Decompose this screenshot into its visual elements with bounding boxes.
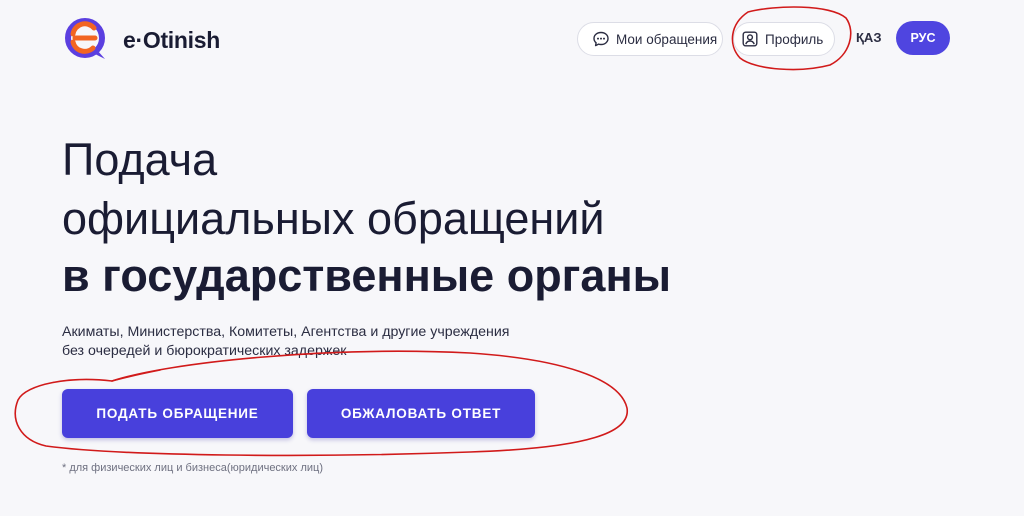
hero-title-line-1: Подача (62, 134, 218, 185)
annotation-tail (111, 369, 161, 382)
language-rus-button[interactable]: РУС (896, 21, 950, 55)
my-requests-label: Мои обращения (616, 31, 718, 47)
hero-title-line-2: официальных обращений (62, 193, 605, 244)
profile-button[interactable]: Профиль (733, 22, 835, 56)
appeal-response-button[interactable]: ОБЖАЛОВАТЬ ОТВЕТ (307, 389, 535, 438)
profile-label: Профиль (765, 31, 824, 47)
my-requests-button[interactable]: Мои обращения (577, 22, 723, 56)
hero-title-line-3: в государственные органы (62, 250, 672, 301)
header: e·Otinish Мои обращения Профиль ҚАЗ РУС (0, 0, 1024, 76)
footnote: * для физических лиц и бизнеса(юридическ… (62, 462, 323, 474)
user-profile-icon (741, 30, 759, 48)
subtitle-line-1: Акиматы, Министерства, Комитеты, Агентст… (62, 324, 510, 340)
chat-bubble-icon (592, 30, 610, 48)
logo-text: e·Otinish (123, 26, 220, 53)
e-otinish-logo-icon (65, 18, 105, 59)
logo[interactable]: e·Otinish (61, 14, 220, 66)
subtitle-line-2: без очередей и бюрократических задержек (62, 343, 347, 359)
submit-request-button[interactable]: ПОДАТЬ ОБРАЩЕНИЕ (62, 389, 293, 438)
language-kaz-button[interactable]: ҚАЗ (856, 30, 881, 45)
